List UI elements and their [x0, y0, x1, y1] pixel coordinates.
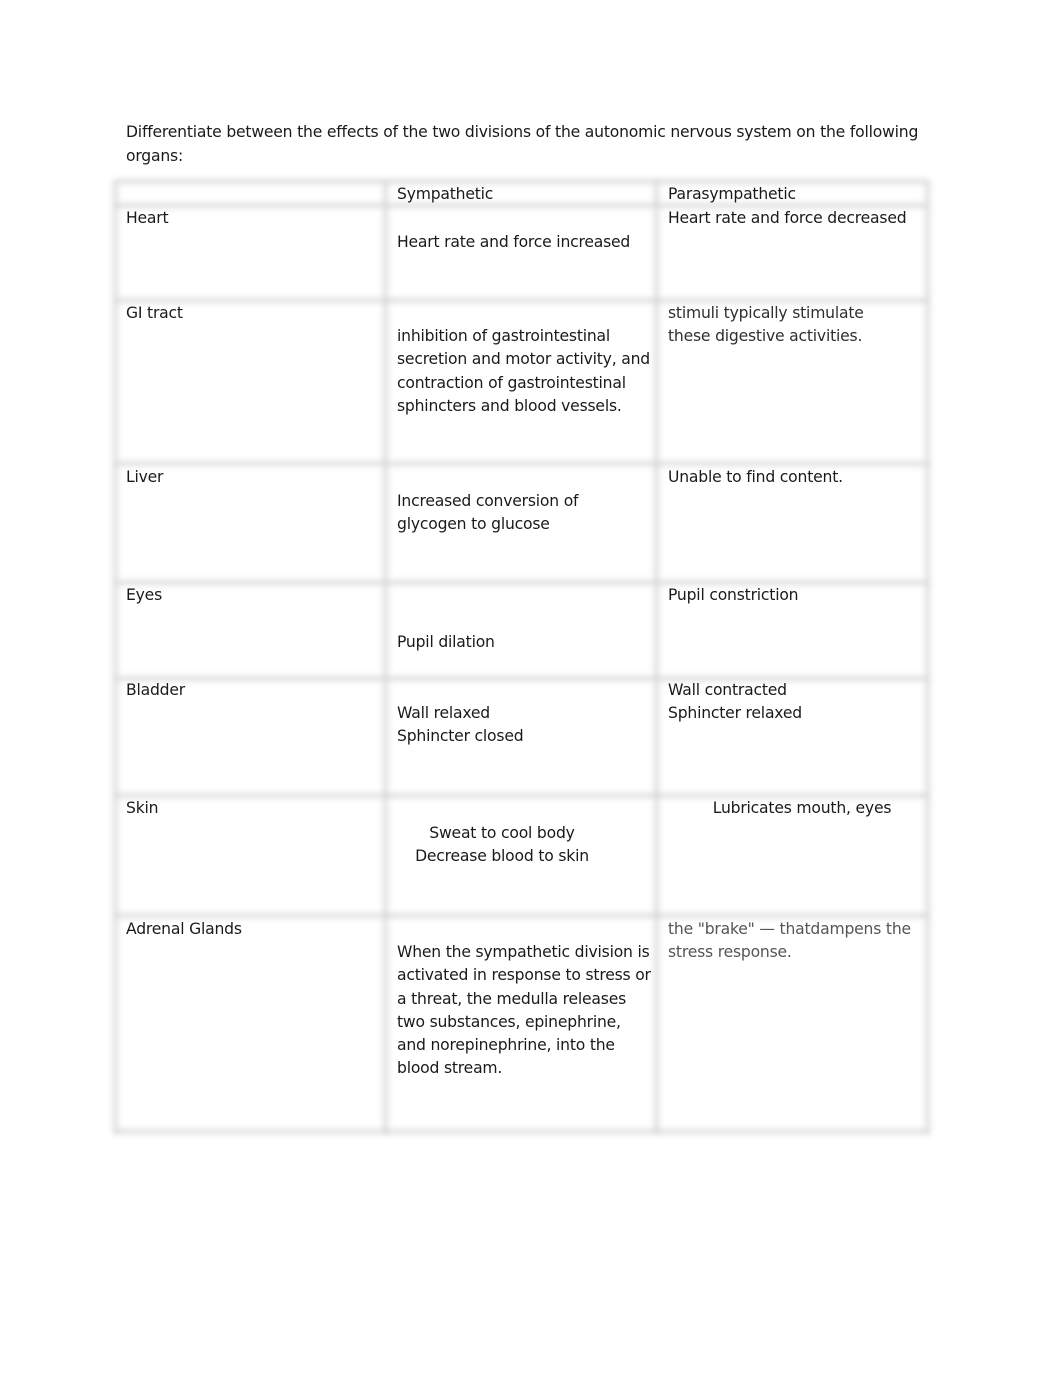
- organ-eyes: Eyes: [126, 586, 162, 604]
- organ-adrenal-glands: Adrenal Glands: [126, 920, 242, 938]
- gi-tract-parasympathetic: stimuli typically stimulate these digest…: [668, 304, 864, 346]
- bladder-parasympathetic: Wall contracted Sphincter relaxed: [668, 681, 802, 723]
- column-divider: [654, 181, 659, 1134]
- table-border-right: [925, 181, 930, 1134]
- eyes-sympathetic: Pupil dilation: [397, 633, 495, 651]
- gi-tract-sympathetic: inhibition of gastrointestinal secretion…: [397, 327, 650, 415]
- skin-parasympathetic: Lubricates mouth, eyes: [712, 799, 892, 817]
- adrenal-glands-sympathetic: When the sympathetic division is activat…: [397, 943, 651, 1078]
- header-sympathetic: Sympathetic: [397, 185, 494, 203]
- heart-sympathetic: Heart rate and force increased: [397, 233, 631, 251]
- ans-comparison-table: Sympathetic Parasympathetic Heart Heart …: [113, 179, 930, 1134]
- column-divider: [383, 181, 388, 1134]
- bladder-sympathetic: Wall relaxed Sphincter closed: [397, 704, 524, 746]
- skin-sympathetic: Sweat to cool body Decrease blood to ski…: [415, 824, 589, 866]
- document-page: Differentiate between the effects of the…: [0, 0, 1062, 1377]
- organ-heart: Heart: [126, 209, 169, 227]
- adrenal-glands-parasympathetic: the "brake" — thatdampens the stress res…: [668, 920, 911, 962]
- eyes-parasympathetic: Pupil constriction: [668, 586, 799, 604]
- organ-bladder: Bladder: [126, 681, 185, 699]
- table-border-left: [113, 181, 118, 1134]
- table-border-bottom: [115, 1129, 928, 1134]
- organ-liver: Liver: [126, 468, 164, 486]
- heart-parasympathetic: Heart rate and force decreased: [668, 209, 907, 227]
- organ-skin: Skin: [126, 799, 159, 817]
- header-parasympathetic: Parasympathetic: [668, 185, 796, 203]
- organ-gi-tract: GI tract: [126, 304, 183, 322]
- question-prompt: Differentiate between the effects of the…: [126, 123, 919, 165]
- liver-parasympathetic: Unable to find content.: [668, 468, 843, 486]
- liver-sympathetic: Increased conversion of glycogen to gluc…: [397, 492, 579, 534]
